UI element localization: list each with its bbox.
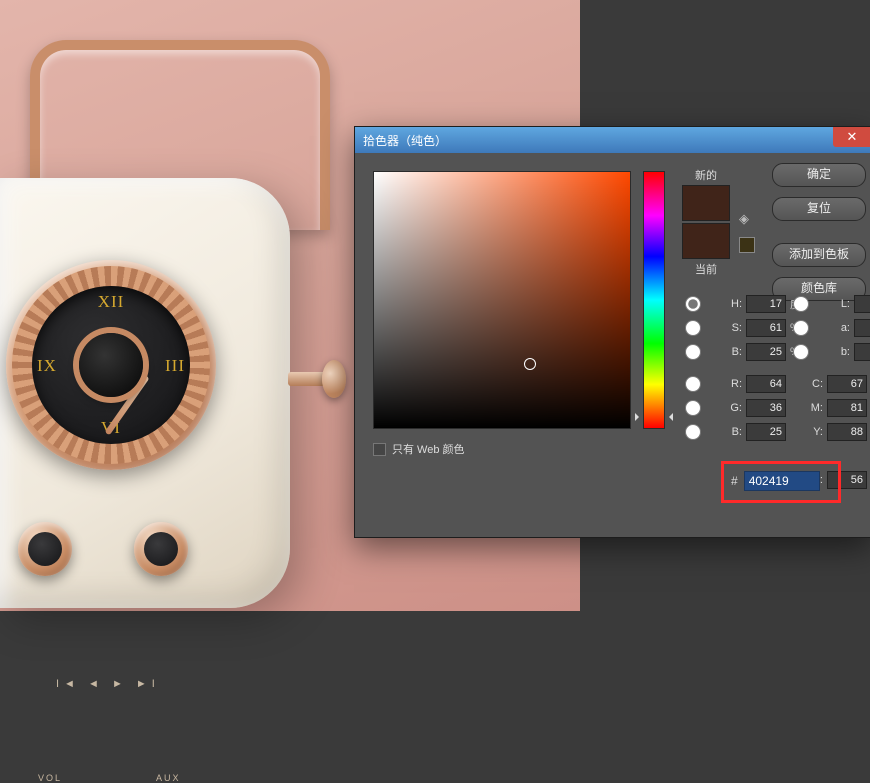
row-rgb-b: B: [677, 423, 786, 441]
saturation-value-field[interactable] [373, 171, 631, 429]
dial-center [79, 333, 143, 397]
hex-input[interactable] [744, 471, 820, 491]
gamut-warning-icon[interactable] [739, 237, 755, 253]
tuning-dial: XII IX III VI [6, 260, 216, 470]
input-l[interactable] [854, 295, 870, 313]
close-button[interactable]: ✕ [833, 127, 870, 147]
label-l: L: [824, 298, 850, 310]
add-swatch-button[interactable]: 添加到色板 [772, 243, 866, 267]
roman-12: XII [32, 292, 190, 312]
label-a: a: [824, 322, 850, 334]
row-r: R: [677, 375, 786, 393]
radio-l[interactable] [785, 296, 817, 312]
row-c: C: % [797, 375, 870, 393]
input-bv[interactable] [746, 343, 786, 361]
aux-knob [134, 522, 188, 576]
vol-knob [18, 522, 72, 576]
label-h: H: [716, 298, 742, 310]
swatch-column: 新的 当前 [677, 167, 735, 277]
close-icon: ✕ [847, 129, 858, 145]
side-winder-knob [288, 360, 346, 398]
label-s: S: [716, 322, 742, 334]
label-bv: B: [716, 346, 742, 358]
hue-slider[interactable] [643, 171, 665, 429]
row-l: L: [785, 295, 870, 313]
cancel-button[interactable]: 复位 [772, 197, 866, 221]
dialog-buttons: 确定 复位 添加到色板 颜色库 [767, 163, 870, 311]
input-c[interactable] [827, 375, 867, 393]
web-only-label: 只有 Web 颜色 [392, 441, 465, 457]
swatch-new-label: 新的 [677, 167, 735, 183]
label-rgb-b: B: [716, 426, 742, 438]
hex-prefix: # [731, 474, 738, 488]
row-lab-b: b: [785, 343, 870, 361]
radio-a[interactable] [785, 320, 817, 336]
sv-cursor-icon [524, 358, 536, 370]
input-m[interactable] [827, 399, 867, 417]
radio-g[interactable] [677, 400, 709, 416]
dialog-titlebar[interactable]: 拾色器（纯色） [355, 127, 870, 153]
canvas-stage: I◄ ◄ ► ►I VOL AUX XII IX III VI 拾色器（纯色） … [0, 0, 870, 611]
radio-rgb-b[interactable] [677, 424, 709, 440]
label-c: C: [797, 378, 823, 390]
dialog-title: 拾色器（纯色） [363, 132, 447, 149]
hex-row: # [731, 471, 820, 491]
web-only-checkbox[interactable] [373, 443, 386, 456]
radio-s[interactable] [677, 320, 709, 336]
input-r[interactable] [746, 375, 786, 393]
swatch-current[interactable] [682, 223, 730, 259]
input-s[interactable] [746, 319, 786, 337]
row-a: a: [785, 319, 870, 337]
web-only-checkbox-row[interactable]: 只有 Web 颜色 [373, 441, 465, 457]
media-transport-icons: I◄ ◄ ► ►I [56, 678, 160, 690]
vol-label: VOL [38, 773, 62, 783]
winder-cap [322, 360, 346, 398]
radio-lab-b[interactable] [785, 344, 817, 360]
dialog-body: 新的 当前 ◈ 确定 复位 添加到色板 颜色库 H: 度 [355, 153, 870, 537]
input-rgb-b[interactable] [746, 423, 786, 441]
row-m: M: % [797, 399, 870, 417]
ok-button[interactable]: 确定 [772, 163, 866, 187]
input-y[interactable] [827, 423, 867, 441]
dial-face: XII IX III VI [32, 286, 190, 444]
radio-b[interactable] [677, 344, 709, 360]
cube-icon[interactable]: ◈ [739, 211, 749, 227]
input-a[interactable] [854, 319, 870, 337]
input-h[interactable] [746, 295, 786, 313]
label-g: G: [716, 402, 742, 414]
input-g[interactable] [746, 399, 786, 417]
radio-h[interactable] [677, 296, 709, 312]
row-g: G: [677, 399, 786, 417]
aux-label: AUX [156, 773, 181, 783]
row-y: Y: % [797, 423, 870, 441]
input-lab-b[interactable] [854, 343, 870, 361]
input-k[interactable] [827, 471, 867, 489]
label-y: Y: [797, 426, 823, 438]
label-m: M: [797, 402, 823, 414]
label-lab-b: b: [824, 346, 850, 358]
swatch-current-label: 当前 [677, 261, 735, 277]
swatch-new[interactable] [682, 185, 730, 221]
label-r: R: [716, 378, 742, 390]
radio-r[interactable] [677, 376, 709, 392]
color-picker-dialog: 拾色器（纯色） ✕ 新的 当前 ◈ 确定 复位 添加到色板 颜色 [354, 126, 870, 538]
